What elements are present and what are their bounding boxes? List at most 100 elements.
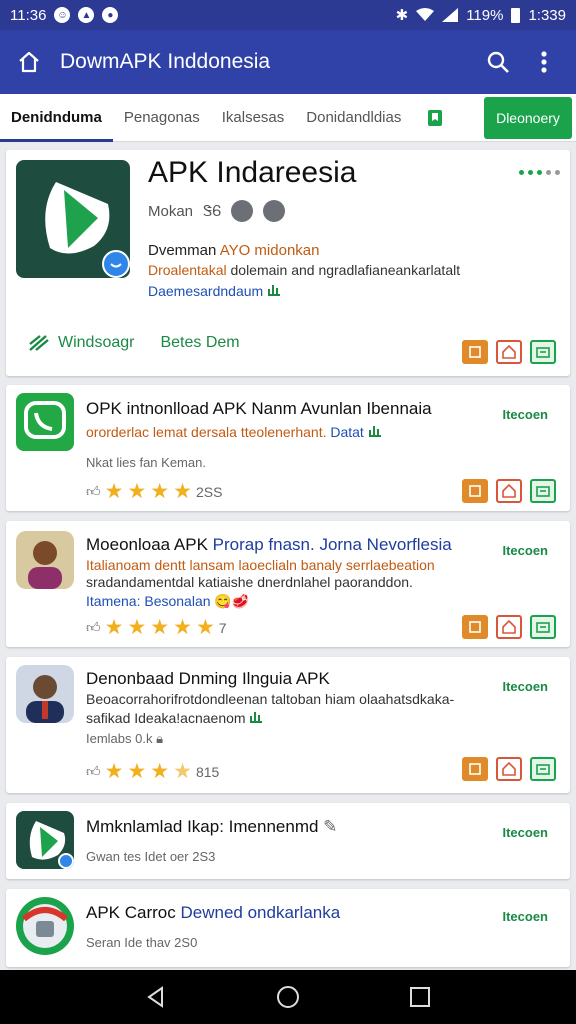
app-title: Mmknlamlad Ikap: Imennenmd ✎: [86, 817, 337, 837]
star-icon: ★: [173, 480, 192, 503]
app-subtitle: ororderlac lemat dersala tteolenerhant. …: [86, 423, 382, 440]
home-button[interactable]: [14, 47, 44, 77]
featured-meta: Mokan ᏕᏮ: [148, 200, 286, 222]
cart-icon[interactable]: [530, 479, 556, 503]
share-icon: [268, 285, 281, 296]
app-logo-icon: [16, 811, 74, 869]
tab-item[interactable]: Denidnduma: [0, 94, 113, 142]
item-tag[interactable]: Itecoen: [502, 679, 548, 694]
wifi-icon: [416, 8, 435, 21]
star-icon: ★: [150, 480, 170, 503]
star-icon: ★: [104, 480, 124, 503]
calendar-icon[interactable]: [462, 757, 488, 781]
star-icon: ★: [150, 616, 170, 639]
tab-item[interactable]: Penagonas: [113, 94, 211, 142]
app-title: Denonbaad Dnming Ilnguia APK: [86, 669, 330, 688]
tab-item[interactable]: Ikalsesas: [211, 94, 296, 142]
avatar: [16, 531, 74, 589]
featured-line-1: Dvemman AYO midonkan: [148, 242, 319, 259]
star-icon: ★: [104, 616, 124, 639]
back-button[interactable]: [136, 977, 176, 1017]
bookmark-icon: [428, 109, 443, 126]
note-text: Iemlabs 0.k: [86, 731, 153, 746]
featured-app-card[interactable]: APK Indareesia Mokan ᏕᏮ Dvemman AYO mido…: [6, 150, 570, 376]
star-icon: ★: [195, 616, 215, 639]
star-icon: ★: [127, 760, 147, 783]
app-list-item[interactable]: APK Carroc Dewned ondkarlanka Seran Ide …: [6, 889, 570, 967]
featured-action-icons: [462, 340, 556, 364]
item-tag[interactable]: Itecoen: [502, 407, 548, 422]
title-highlight: Prorap fnasn. Jorna Nevorflesia: [212, 535, 452, 554]
app-subtitle: Beoacorrahorifrotdondleenan taltoban hia…: [86, 691, 455, 707]
globe-icon[interactable]: [263, 200, 286, 222]
recents-button[interactable]: [400, 977, 440, 1017]
subtitle-text: safikad Ideaka!acnaenom: [86, 710, 246, 726]
line-text-highlight: Droalentakal: [148, 262, 231, 278]
title-text: Moeonloaa APK: [86, 535, 213, 554]
cart-icon[interactable]: [530, 340, 556, 364]
app-title: Moeonloaa APK Prorap fnasn. Jorna Nevorf…: [86, 535, 452, 555]
item-tag[interactable]: Itecoen: [502, 825, 548, 840]
more-dots-button[interactable]: [519, 170, 560, 175]
app-note: Gwan tes Idet oer 2S3: [86, 849, 216, 864]
item-action-icons: [462, 479, 556, 503]
house-icon[interactable]: [496, 479, 522, 503]
thumb-icon: 👍︎: [86, 619, 101, 635]
line-text: Daemesardndaum: [148, 283, 264, 299]
bookmark-button[interactable]: [424, 107, 446, 129]
notification-icon: ▲: [78, 7, 95, 23]
app-list-item[interactable]: Moeonloaa APK Prorap fnasn. Jorna Nevorf…: [6, 521, 570, 647]
avatar: [16, 665, 74, 723]
tab-item[interactable]: Donidandldias: [295, 94, 412, 142]
item-tag[interactable]: Itecoen: [502, 909, 548, 924]
status-left: 11:36 ☺ ▲ ●: [10, 7, 119, 24]
meta-mark: ᏕᏮ: [203, 202, 222, 220]
line-text: dolemain and ngradlafianeankarlatalt: [230, 262, 461, 278]
notification-icon: ●: [102, 7, 119, 23]
featured-line-2: Droalentakal dolemain and ngradlafianean…: [148, 262, 460, 278]
app-list-item[interactable]: OPK intnonlload APK Nanm Avunlan Ibennai…: [6, 385, 570, 511]
search-icon: [487, 51, 509, 73]
home-nav-button[interactable]: [268, 977, 308, 1017]
share-icon: [368, 426, 381, 437]
status-time-right: 1:339: [528, 6, 566, 24]
item-tag[interactable]: Itecoen: [502, 543, 548, 558]
battery-icon: [511, 7, 521, 23]
more-vert-icon: [541, 51, 547, 73]
link-icon[interactable]: [231, 200, 254, 222]
app-rating: 👍︎ ★ ★ ★ ★ ★ 7: [86, 617, 227, 638]
meta-text: Mokan: [148, 202, 194, 220]
calendar-icon[interactable]: [462, 340, 488, 364]
star-half-icon: ★: [173, 760, 192, 783]
house-icon[interactable]: [496, 615, 522, 639]
home-circle-icon: [277, 986, 299, 1008]
featured-actions: Windsoagr Betes Dem: [28, 334, 240, 352]
star-icon: ★: [127, 480, 147, 503]
cart-icon[interactable]: [530, 615, 556, 639]
emoji-icon: 😋🥩: [214, 593, 250, 609]
details-link[interactable]: Betes Dem: [160, 334, 239, 352]
app-list-item[interactable]: Mmknlamlad Ikap: Imennenmd ✎ Gwan tes Id…: [6, 803, 570, 879]
system-nav-bar: [0, 970, 576, 1024]
discovery-button[interactable]: Dleonoery: [484, 96, 572, 139]
house-icon[interactable]: [496, 757, 522, 781]
thumb-icon: 👍︎: [86, 763, 101, 779]
calendar-icon[interactable]: [462, 479, 488, 503]
cart-icon[interactable]: [530, 757, 556, 781]
download-label: Windsoagr: [58, 334, 135, 351]
app-title: DowmAPK Inddonesia: [60, 50, 271, 73]
app-logo-icon: [16, 897, 74, 955]
house-icon[interactable]: [496, 340, 522, 364]
app-subtitle: Italianoam dentt lansam laoeclialn banal…: [86, 557, 435, 573]
download-action[interactable]: Windsoagr: [28, 334, 134, 352]
app-title: APK Carroc Dewned ondkarlanka: [86, 903, 340, 923]
calendar-icon[interactable]: [462, 615, 488, 639]
overflow-menu-button[interactable]: [526, 44, 562, 80]
phone-app-icon: [16, 393, 74, 451]
title-text: APK Carroc: [86, 903, 181, 922]
app-list-item[interactable]: Denonbaad Dnming Ilnguia APK Beoacorraho…: [6, 657, 570, 793]
search-button[interactable]: [480, 44, 516, 80]
app-subtitle: sradandamentdal katiaishe dnerdnlahel pa…: [86, 574, 413, 590]
app-note: Seran Ide thav 2S0: [86, 935, 198, 950]
item-action-icons: [462, 615, 556, 639]
